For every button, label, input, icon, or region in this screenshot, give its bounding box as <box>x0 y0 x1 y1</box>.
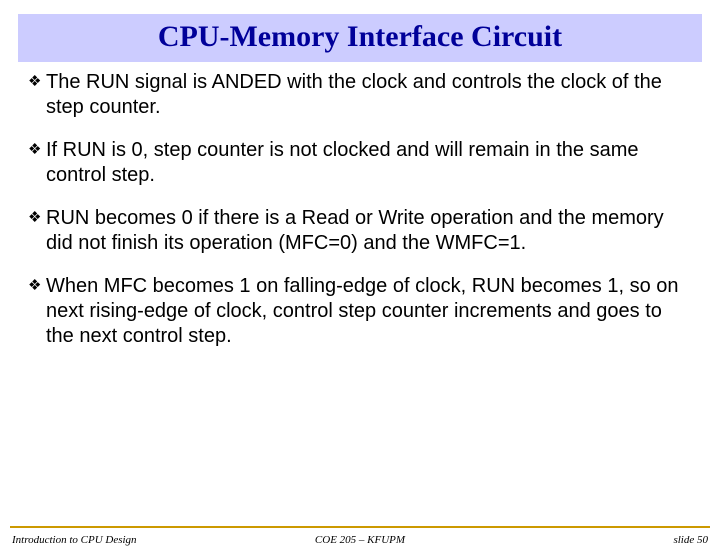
diamond-bullet-icon: ❖ <box>28 206 46 230</box>
slide-title: CPU-Memory Interface Circuit <box>158 20 562 53</box>
diamond-bullet-icon: ❖ <box>28 138 46 162</box>
bullet-text: The RUN signal is ANDED with the clock a… <box>46 70 692 120</box>
bullet-text: If RUN is 0, step counter is not clocked… <box>46 138 692 188</box>
bullet-item: ❖ RUN becomes 0 if there is a Read or Wr… <box>28 206 692 256</box>
bullet-text: RUN becomes 0 if there is a Read or Writ… <box>46 206 692 256</box>
footer-center: COE 205 – KFUPM <box>244 534 476 546</box>
bullet-item: ❖ The RUN signal is ANDED with the clock… <box>28 70 692 120</box>
diamond-bullet-icon: ❖ <box>28 70 46 94</box>
bullet-item: ❖ When MFC becomes 1 on falling-edge of … <box>28 274 692 349</box>
footer-left: Introduction to CPU Design <box>12 534 244 546</box>
content-area: ❖ The RUN signal is ANDED with the clock… <box>0 62 720 349</box>
title-bar: CPU-Memory Interface Circuit <box>18 14 702 62</box>
bullet-text: When MFC becomes 1 on falling-edge of cl… <box>46 274 692 349</box>
footer-right: slide 50 <box>476 534 708 546</box>
bullet-item: ❖ If RUN is 0, step counter is not clock… <box>28 138 692 188</box>
footer: Introduction to CPU Design COE 205 – KFU… <box>0 526 720 554</box>
diamond-bullet-icon: ❖ <box>28 274 46 298</box>
